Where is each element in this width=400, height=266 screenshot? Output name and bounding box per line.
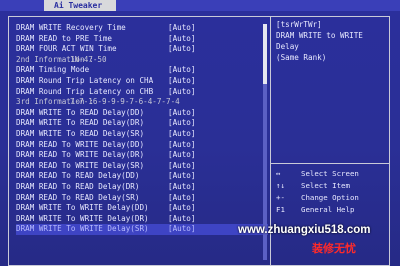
menu-bar: Ai Tweaker — [0, 0, 400, 11]
setting-row[interactable]: DRAM WRITE To READ Delay(DR) [Auto] — [16, 118, 268, 129]
setting-row[interactable]: DRAM READ To WRITE Delay(DD) [Auto] — [16, 140, 268, 151]
setting-label: DRAM WRITE Recovery Time — [16, 23, 126, 32]
key-legend: ↔ Select Screen ↑↓ Select Item +- Change… — [276, 168, 388, 216]
setting-value[interactable]: [Auto] — [168, 118, 195, 129]
help-code: [tsrWrTWr] — [276, 20, 322, 29]
info-row: 3rd Information :7-7-16-9-9-9-7-6-4-7-7-… — [16, 97, 268, 108]
setting-row[interactable]: DRAM READ To READ Delay(DD) [Auto] — [16, 171, 268, 182]
setting-row[interactable]: DRAM WRITE To WRITE Delay(DR) [Auto] — [16, 214, 268, 225]
setting-label: DRAM READ To WRITE Delay(SR) — [16, 160, 145, 170]
setting-row[interactable]: DRAM WRITE To WRITE Delay(DD) [Auto] — [16, 203, 268, 214]
setting-label: DRAM READ to PRE Time — [16, 33, 113, 43]
setting-row[interactable]: DRAM Timing Mode [Auto] — [16, 65, 268, 76]
setting-row[interactable]: DRAM FOUR ACT WIN Time [Auto] — [16, 44, 268, 55]
setting-value[interactable]: [Auto] — [168, 76, 195, 87]
help-note: (Same Rank) — [276, 53, 327, 62]
setting-row[interactable]: DRAM WRITE Recovery Time [Auto] — [16, 23, 268, 34]
setting-value[interactable]: [Auto] — [168, 34, 195, 45]
setting-label: DRAM Round Trip Latency on CHB — [16, 86, 154, 96]
key-row-select-item: ↑↓ Select Item — [276, 180, 388, 192]
setting-label: DRAM READ To READ Delay(DR) — [16, 181, 140, 191]
setting-value[interactable]: [Auto] — [168, 129, 195, 140]
info-value: 1N-47-50 — [70, 54, 107, 64]
info-value: 7-7-16-9-9-9-7-6-4-7-7-4 — [70, 97, 180, 107]
setting-row[interactable]: DRAM Round Trip Latency on CHA [Auto] — [16, 76, 268, 87]
help-panel: [tsrWrTWr] DRAM WRITE to WRITE Delay (Sa… — [276, 19, 388, 63]
watermark-text: 装修无忧 — [312, 242, 356, 255]
bios-screen: Ai Tweaker DRAM WRITE Recovery Time [Auto… — [0, 0, 400, 266]
setting-row[interactable]: DRAM WRITE To READ Delay(DD) [Auto] — [16, 108, 268, 119]
key-row-general-help: F1 General Help — [276, 204, 388, 216]
tab-ai-tweaker[interactable]: Ai Tweaker — [44, 0, 116, 11]
key-desc: General Help — [301, 205, 355, 214]
setting-label: DRAM WRITE To WRITE Delay(DR) — [16, 213, 149, 223]
setting-value[interactable]: [Auto] — [168, 87, 195, 98]
setting-label: DRAM WRITE To READ Delay(SR) — [16, 128, 145, 138]
setting-label: DRAM WRITE To WRITE Delay(DD) — [16, 203, 149, 213]
key-desc: Change Option — [301, 193, 359, 202]
info-row: 2nd Information :1N-47-50 — [16, 55, 268, 66]
key-desc: Select Screen — [301, 169, 359, 178]
watermark-url: www.zhuangxiu518.com — [238, 224, 371, 236]
setting-value[interactable]: [Auto] — [168, 140, 195, 151]
setting-label: DRAM Round Trip Latency on CHA — [16, 75, 154, 85]
setting-label: DRAM READ To READ Delay(DD) — [16, 171, 140, 181]
setting-value[interactable]: [Auto] — [168, 214, 195, 225]
help-title: DRAM WRITE to WRITE — [276, 31, 363, 40]
arrows-lr-icon: ↔ — [276, 169, 281, 178]
f1-key: F1 — [276, 205, 285, 214]
setting-label: DRAM READ To WRITE Delay(DR) — [16, 150, 145, 160]
setting-label: DRAM READ To WRITE Delay(DD) — [16, 139, 145, 149]
setting-value[interactable]: [Auto] — [168, 23, 195, 34]
setting-value[interactable]: [Auto] — [168, 203, 195, 214]
arrows-ud-icon: ↑↓ — [276, 181, 285, 190]
setting-label: DRAM FOUR ACT WIN Time — [16, 44, 117, 54]
setting-value[interactable]: [Auto] — [168, 182, 195, 193]
help-title-cont: Delay — [276, 42, 299, 51]
setting-value[interactable]: [Auto] — [168, 193, 195, 204]
setting-value[interactable]: [Auto] — [168, 171, 195, 182]
setting-row[interactable]: DRAM READ To WRITE Delay(SR) [Auto] — [16, 161, 268, 172]
setting-row[interactable]: DRAM READ To WRITE Delay(DR) [Auto] — [16, 150, 268, 161]
setting-row[interactable]: DRAM READ To READ Delay(SR) [Auto] — [16, 193, 268, 204]
setting-value[interactable]: [Auto] — [168, 108, 195, 119]
key-row-select-screen: ↔ Select Screen — [276, 168, 388, 180]
help-separator — [271, 163, 390, 164]
setting-label: DRAM WRITE To READ Delay(DD) — [16, 107, 145, 117]
plus-minus-key: +- — [276, 193, 285, 202]
setting-value[interactable]: [Auto] — [168, 150, 195, 161]
setting-label: DRAM Timing Mode — [16, 65, 90, 75]
setting-row[interactable]: DRAM READ to PRE Time [Auto] — [16, 34, 268, 45]
setting-row[interactable]: DRAM Round Trip Latency on CHB [Auto] — [16, 87, 268, 98]
setting-value[interactable]: [Auto] — [168, 161, 195, 172]
setting-row[interactable]: DRAM WRITE To WRITE Delay(SR) [Auto] — [16, 224, 268, 235]
key-desc: Select Item — [301, 181, 350, 190]
scrollbar-thumb[interactable] — [263, 24, 267, 84]
setting-row[interactable]: DRAM WRITE To READ Delay(SR) [Auto] — [16, 129, 268, 140]
setting-label: DRAM READ To READ Delay(SR) — [16, 192, 140, 202]
setting-value[interactable]: [Auto] — [168, 44, 195, 55]
setting-row[interactable]: DRAM READ To READ Delay(DR) [Auto] — [16, 182, 268, 193]
setting-label: DRAM WRITE To WRITE Delay(SR) — [16, 224, 149, 234]
settings-list: DRAM WRITE Recovery Time [Auto] DRAM READ … — [16, 23, 268, 235]
setting-value[interactable]: [Auto] — [168, 65, 195, 76]
setting-value[interactable]: [Auto] — [168, 224, 195, 235]
key-row-change-option: +- Change Option — [276, 192, 388, 204]
setting-label: DRAM WRITE To READ Delay(DR) — [16, 118, 145, 128]
